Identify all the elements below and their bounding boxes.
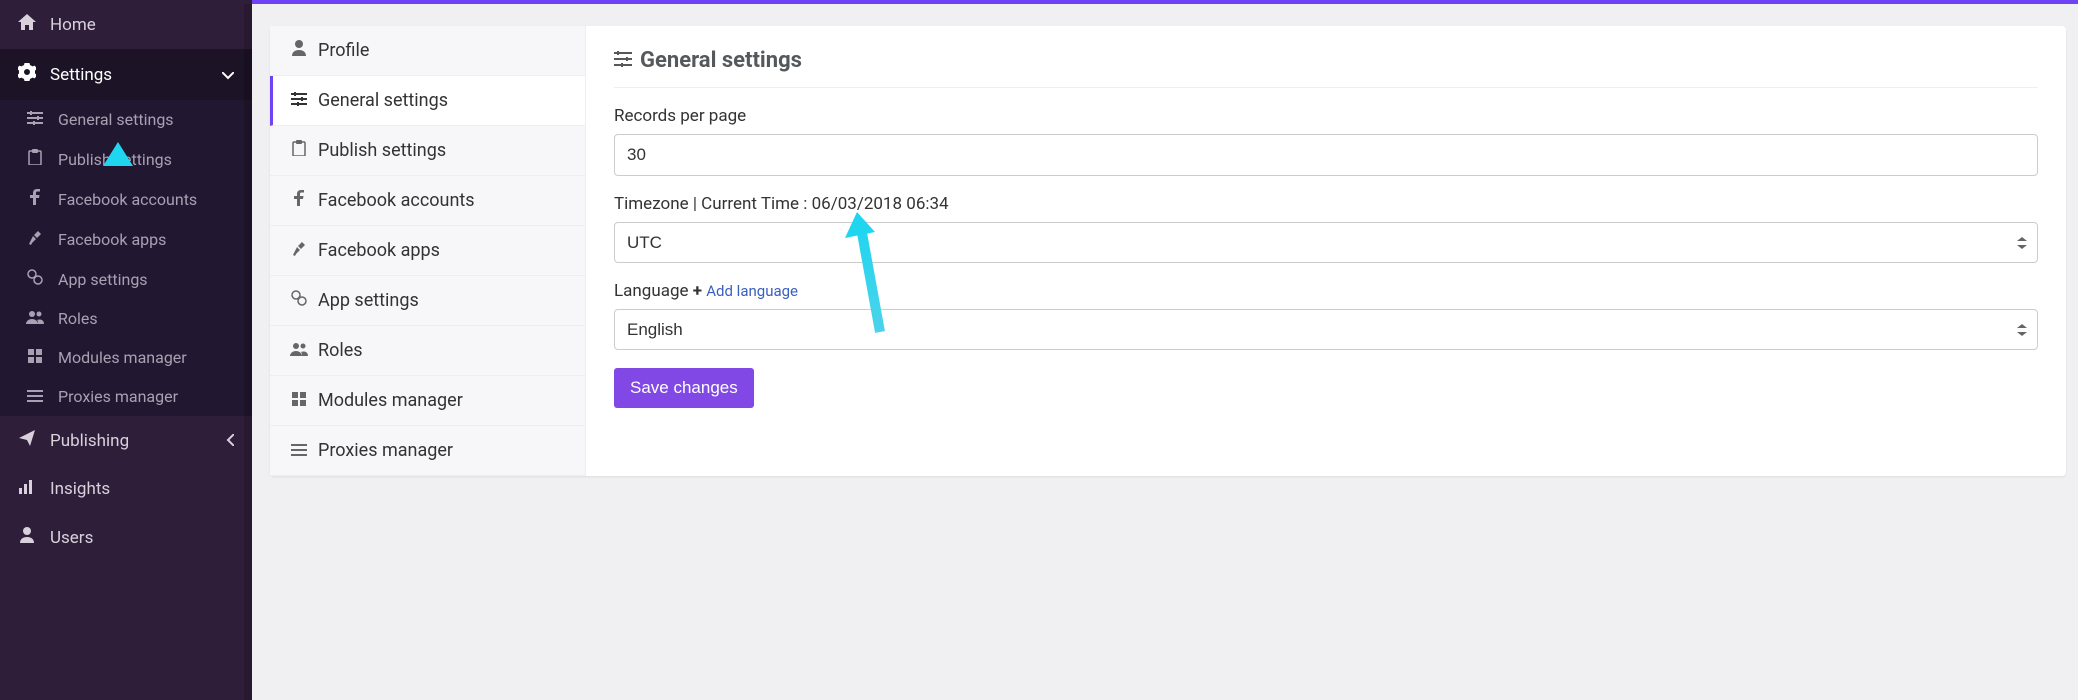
subnav-roles[interactable]: Roles bbox=[0, 299, 252, 338]
timezone-group: Timezone | Current Time : 06/03/2018 06:… bbox=[614, 194, 2038, 263]
main-content: Profile General settings Publish setting… bbox=[252, 4, 2078, 700]
main-sidebar: Home Settings General settings Publish s… bbox=[0, 0, 252, 700]
nav-insights-label: Insights bbox=[50, 479, 110, 499]
timezone-select[interactable]: UTC bbox=[614, 222, 2038, 263]
plug-icon bbox=[26, 229, 44, 249]
sub-item-label: General settings bbox=[318, 90, 448, 111]
nav-users-label: Users bbox=[50, 528, 93, 548]
grid-icon bbox=[26, 348, 44, 367]
nav-publishing[interactable]: Publishing bbox=[0, 416, 252, 465]
sub-item-app-settings[interactable]: App settings bbox=[270, 276, 585, 326]
user-icon bbox=[18, 527, 36, 548]
plug-icon bbox=[290, 240, 308, 261]
subnav-label: Publish settings bbox=[58, 150, 172, 169]
records-group: Records per page bbox=[614, 106, 2038, 176]
subnav-label: Roles bbox=[58, 309, 98, 328]
timezone-label: Timezone | Current Time : 06/03/2018 06:… bbox=[614, 194, 2038, 214]
nav-insights[interactable]: Insights bbox=[0, 465, 252, 513]
records-input[interactable] bbox=[614, 134, 2038, 176]
sub-item-label: Proxies manager bbox=[318, 440, 453, 461]
language-group: Language + Add language English bbox=[614, 281, 2038, 350]
nav-settings[interactable]: Settings bbox=[0, 49, 252, 100]
sliders-icon bbox=[614, 48, 632, 73]
users-icon bbox=[290, 340, 308, 361]
sidebar-scrollbar[interactable] bbox=[244, 4, 252, 700]
sub-item-proxies-manager[interactable]: Proxies manager bbox=[270, 426, 585, 476]
nav-home[interactable]: Home bbox=[0, 0, 252, 49]
settings-sub-sidebar: Profile General settings Publish setting… bbox=[270, 26, 586, 476]
save-button[interactable]: Save changes bbox=[614, 368, 754, 408]
nav-settings-label: Settings bbox=[50, 65, 112, 85]
sub-item-profile[interactable]: Profile bbox=[270, 26, 585, 76]
divider bbox=[614, 87, 2038, 88]
subnav-proxies-manager[interactable]: Proxies manager bbox=[0, 377, 252, 416]
settings-card: Profile General settings Publish setting… bbox=[270, 26, 2066, 476]
subnav-modules-manager[interactable]: Modules manager bbox=[0, 338, 252, 377]
gears-icon bbox=[26, 269, 44, 289]
page-title-text: General settings bbox=[640, 48, 802, 73]
gears-icon bbox=[290, 290, 308, 311]
subnav-label: Facebook accounts bbox=[58, 190, 197, 209]
chart-icon bbox=[18, 479, 36, 499]
subnav-general-settings[interactable]: General settings bbox=[0, 100, 252, 139]
sub-item-label: Modules manager bbox=[318, 390, 463, 411]
sub-item-label: Roles bbox=[318, 340, 363, 361]
paste-icon bbox=[26, 149, 44, 169]
sub-item-publish-settings[interactable]: Publish settings bbox=[270, 126, 585, 176]
sub-item-label: Publish settings bbox=[318, 140, 446, 161]
records-label: Records per page bbox=[614, 106, 2038, 126]
subnav-label: Modules manager bbox=[58, 348, 187, 367]
page-title: General settings bbox=[614, 48, 2038, 73]
sub-item-label: Facebook accounts bbox=[318, 190, 475, 211]
sub-item-facebook-accounts[interactable]: Facebook accounts bbox=[270, 176, 585, 226]
sub-item-facebook-apps[interactable]: Facebook apps bbox=[270, 226, 585, 276]
send-icon bbox=[18, 430, 36, 451]
user-icon bbox=[290, 40, 308, 61]
sub-item-label: App settings bbox=[318, 290, 419, 311]
nav-publishing-label: Publishing bbox=[50, 431, 129, 451]
nav-users[interactable]: Users bbox=[0, 513, 252, 562]
language-select[interactable]: English bbox=[614, 309, 2038, 350]
subnav-label: App settings bbox=[58, 270, 148, 289]
language-label: Language + Add language bbox=[614, 281, 2038, 301]
plus-icon: + bbox=[693, 281, 707, 301]
subnav-label: Facebook apps bbox=[58, 230, 166, 249]
paste-icon bbox=[290, 140, 308, 161]
list-icon bbox=[290, 440, 308, 461]
nav-settings-submenu: General settings Publish settings Facebo… bbox=[0, 100, 252, 416]
users-icon bbox=[26, 309, 44, 328]
facebook-icon bbox=[290, 190, 308, 211]
language-label-text: Language bbox=[614, 281, 689, 301]
facebook-icon bbox=[26, 189, 44, 209]
content-panel: General settings Records per page Timezo… bbox=[586, 26, 2066, 476]
add-language-link[interactable]: Add language bbox=[706, 282, 798, 300]
home-icon bbox=[18, 14, 36, 35]
subnav-label: General settings bbox=[58, 110, 174, 129]
sub-item-modules-manager[interactable]: Modules manager bbox=[270, 376, 585, 426]
subnav-facebook-apps[interactable]: Facebook apps bbox=[0, 219, 252, 259]
sliders-icon bbox=[26, 110, 44, 129]
subnav-publish-settings[interactable]: Publish settings bbox=[0, 139, 252, 179]
subnav-app-settings[interactable]: App settings bbox=[0, 259, 252, 299]
sub-item-roles[interactable]: Roles bbox=[270, 326, 585, 376]
gear-icon bbox=[18, 63, 36, 86]
chevron-down-icon bbox=[222, 65, 234, 85]
subnav-facebook-accounts[interactable]: Facebook accounts bbox=[0, 179, 252, 219]
chevron-left-icon bbox=[226, 431, 234, 451]
sub-item-label: Profile bbox=[318, 40, 369, 61]
nav-home-label: Home bbox=[50, 15, 96, 35]
subnav-label: Proxies manager bbox=[58, 387, 178, 406]
sliders-icon bbox=[290, 90, 308, 111]
sub-item-general-settings[interactable]: General settings bbox=[270, 76, 585, 126]
grid-icon bbox=[290, 390, 308, 411]
sub-item-label: Facebook apps bbox=[318, 240, 440, 261]
list-icon bbox=[26, 387, 44, 406]
